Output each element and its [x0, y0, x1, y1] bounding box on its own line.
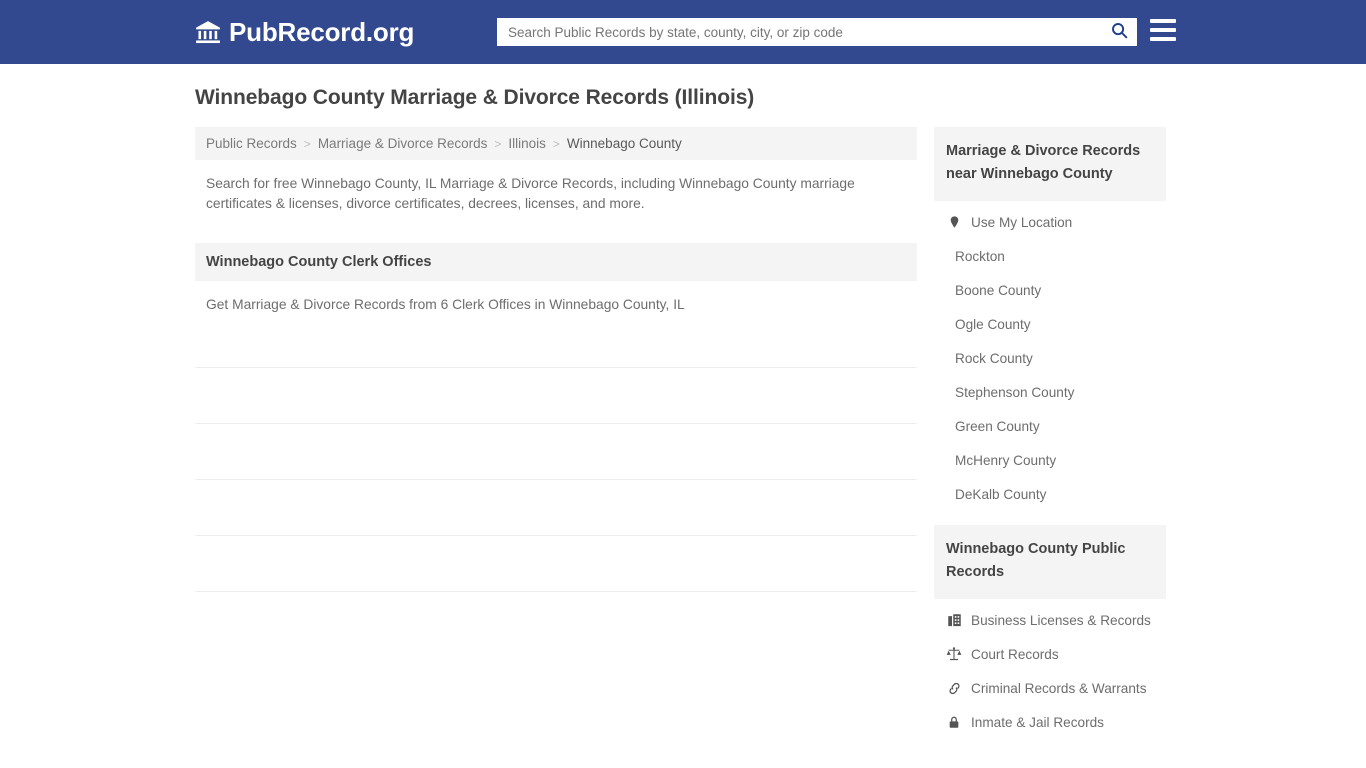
site-logo-text: PubRecord.org — [229, 16, 415, 47]
breadcrumb-item-4: Winnebago County — [566, 136, 682, 151]
sidebar-item-label: McHenry County — [955, 452, 1057, 468]
section-heading: Winnebago County Clerk Offices — [195, 243, 917, 281]
sidebar-item-label: Rock County — [955, 350, 1033, 366]
nearby-panel-heading: Marriage & Divorce Records near Winnebag… — [934, 127, 1166, 201]
public-records-panel-heading: Winnebago County Public Records — [934, 525, 1166, 599]
handcuffs-icon — [946, 680, 962, 696]
public-records-list: Business Licenses & Records Court Records… — [934, 599, 1166, 739]
hamburger-menu-icon[interactable] — [1150, 19, 1176, 41]
clerk-office-address-block — [671, 499, 906, 517]
sidebar-item-court-records[interactable]: Court Records — [934, 637, 1166, 671]
sidebar-item-label: Business Licenses & Records — [971, 612, 1151, 628]
sidebar-item-label: Ogle County — [955, 316, 1031, 332]
clerk-office-info — [206, 499, 671, 517]
breadcrumb-item-3[interactable]: Illinois — [508, 136, 546, 151]
breadcrumb-separator: > — [552, 136, 560, 151]
sidebar-item-ogle-county[interactable]: Ogle County — [934, 307, 1166, 341]
search-bar[interactable] — [497, 18, 1137, 46]
search-input[interactable] — [498, 19, 1102, 45]
panel-spacer — [934, 511, 1166, 525]
nearby-locations-list: Use My Location Rockton Boone County Ogle C… — [934, 201, 1166, 511]
content-columns: Public Records > Marriage & Divorce Record… — [195, 127, 1366, 739]
main-column: Public Records > Marriage & Divorce Record… — [195, 127, 917, 739]
clerk-offices-list — [195, 312, 917, 592]
sidebar-item-inmate-jail-records[interactable]: Inmate & Jail Records — [934, 705, 1166, 739]
sidebar-item-label: Inmate & Jail Records — [971, 714, 1104, 730]
breadcrumb: Public Records > Marriage & Divorce Record… — [195, 127, 917, 160]
map-pin-icon — [946, 214, 962, 230]
clerk-office-info — [206, 331, 671, 349]
sidebar-item-stephenson-county[interactable]: Stephenson County — [934, 375, 1166, 409]
bank-building-icon — [195, 19, 221, 45]
clerk-office-address-block — [671, 443, 906, 461]
clerk-office-row — [195, 368, 917, 424]
sidebar-item-label: DeKalb County — [955, 486, 1047, 502]
site-logo[interactable]: PubRecord.org — [195, 17, 414, 48]
clerk-office-info — [206, 443, 671, 461]
building-icon — [946, 612, 962, 628]
clerk-office-row — [195, 480, 917, 536]
page-title: Winnebago County Marriage & Divorce Reco… — [195, 86, 755, 109]
sidebar-item-label: Rockton — [955, 248, 1005, 264]
sidebar-item-use-my-location[interactable]: Use My Location — [934, 205, 1166, 239]
search-button[interactable] — [1102, 19, 1136, 45]
clerk-office-address-block — [671, 387, 906, 405]
sidebar-item-criminal-records-warrants[interactable]: Criminal Records & Warrants — [934, 671, 1166, 705]
clerk-office-row — [195, 312, 917, 368]
breadcrumb-item-1[interactable]: Public Records — [206, 136, 297, 151]
sidebar-item-label: Boone County — [955, 282, 1042, 298]
sidebar-item-dekalb-county[interactable]: DeKalb County — [934, 477, 1166, 511]
sidebar-item-label: Stephenson County — [955, 384, 1075, 400]
clerk-office-info — [206, 555, 671, 573]
search-icon — [1110, 21, 1129, 43]
sidebar: Marriage & Divorce Records near Winnebag… — [934, 127, 1166, 739]
sidebar-item-label: Green County — [955, 418, 1040, 434]
sidebar-item-boone-county[interactable]: Boone County — [934, 273, 1166, 307]
clerk-office-address-block — [671, 331, 906, 349]
site-header: PubRecord.org — [0, 0, 1366, 64]
clerk-office-row — [195, 536, 917, 592]
sidebar-item-business-licenses-records[interactable]: Business Licenses & Records — [934, 603, 1166, 637]
hamburger-bar — [1150, 28, 1176, 32]
breadcrumb-separator: > — [494, 136, 502, 151]
clerk-office-row — [195, 424, 917, 480]
sidebar-item-green-county[interactable]: Green County — [934, 409, 1166, 443]
clerk-office-info — [206, 387, 671, 405]
sidebar-item-rock-county[interactable]: Rock County — [934, 341, 1166, 375]
sidebar-item-label: Criminal Records & Warrants — [971, 680, 1147, 696]
clerk-office-address-block — [671, 555, 906, 573]
breadcrumb-item-2[interactable]: Marriage & Divorce Records — [318, 136, 488, 151]
hamburger-bar — [1150, 19, 1176, 23]
sidebar-item-label: Court Records — [971, 646, 1059, 662]
hamburger-bar — [1150, 37, 1176, 41]
sidebar-item-label: Use My Location — [971, 214, 1073, 230]
sidebar-item-rockton[interactable]: Rockton — [934, 239, 1166, 273]
section-subheading: Get Marriage & Divorce Records from 6 Cl… — [206, 297, 685, 312]
page-intro: Search for free Winnebago County, IL Mar… — [206, 176, 855, 211]
sidebar-item-mchenry-county[interactable]: McHenry County — [934, 443, 1166, 477]
balance-scale-icon — [946, 646, 962, 662]
lock-icon — [946, 714, 962, 730]
page-body: Winnebago County Marriage & Divorce Reco… — [0, 64, 1366, 739]
breadcrumb-separator: > — [303, 136, 311, 151]
